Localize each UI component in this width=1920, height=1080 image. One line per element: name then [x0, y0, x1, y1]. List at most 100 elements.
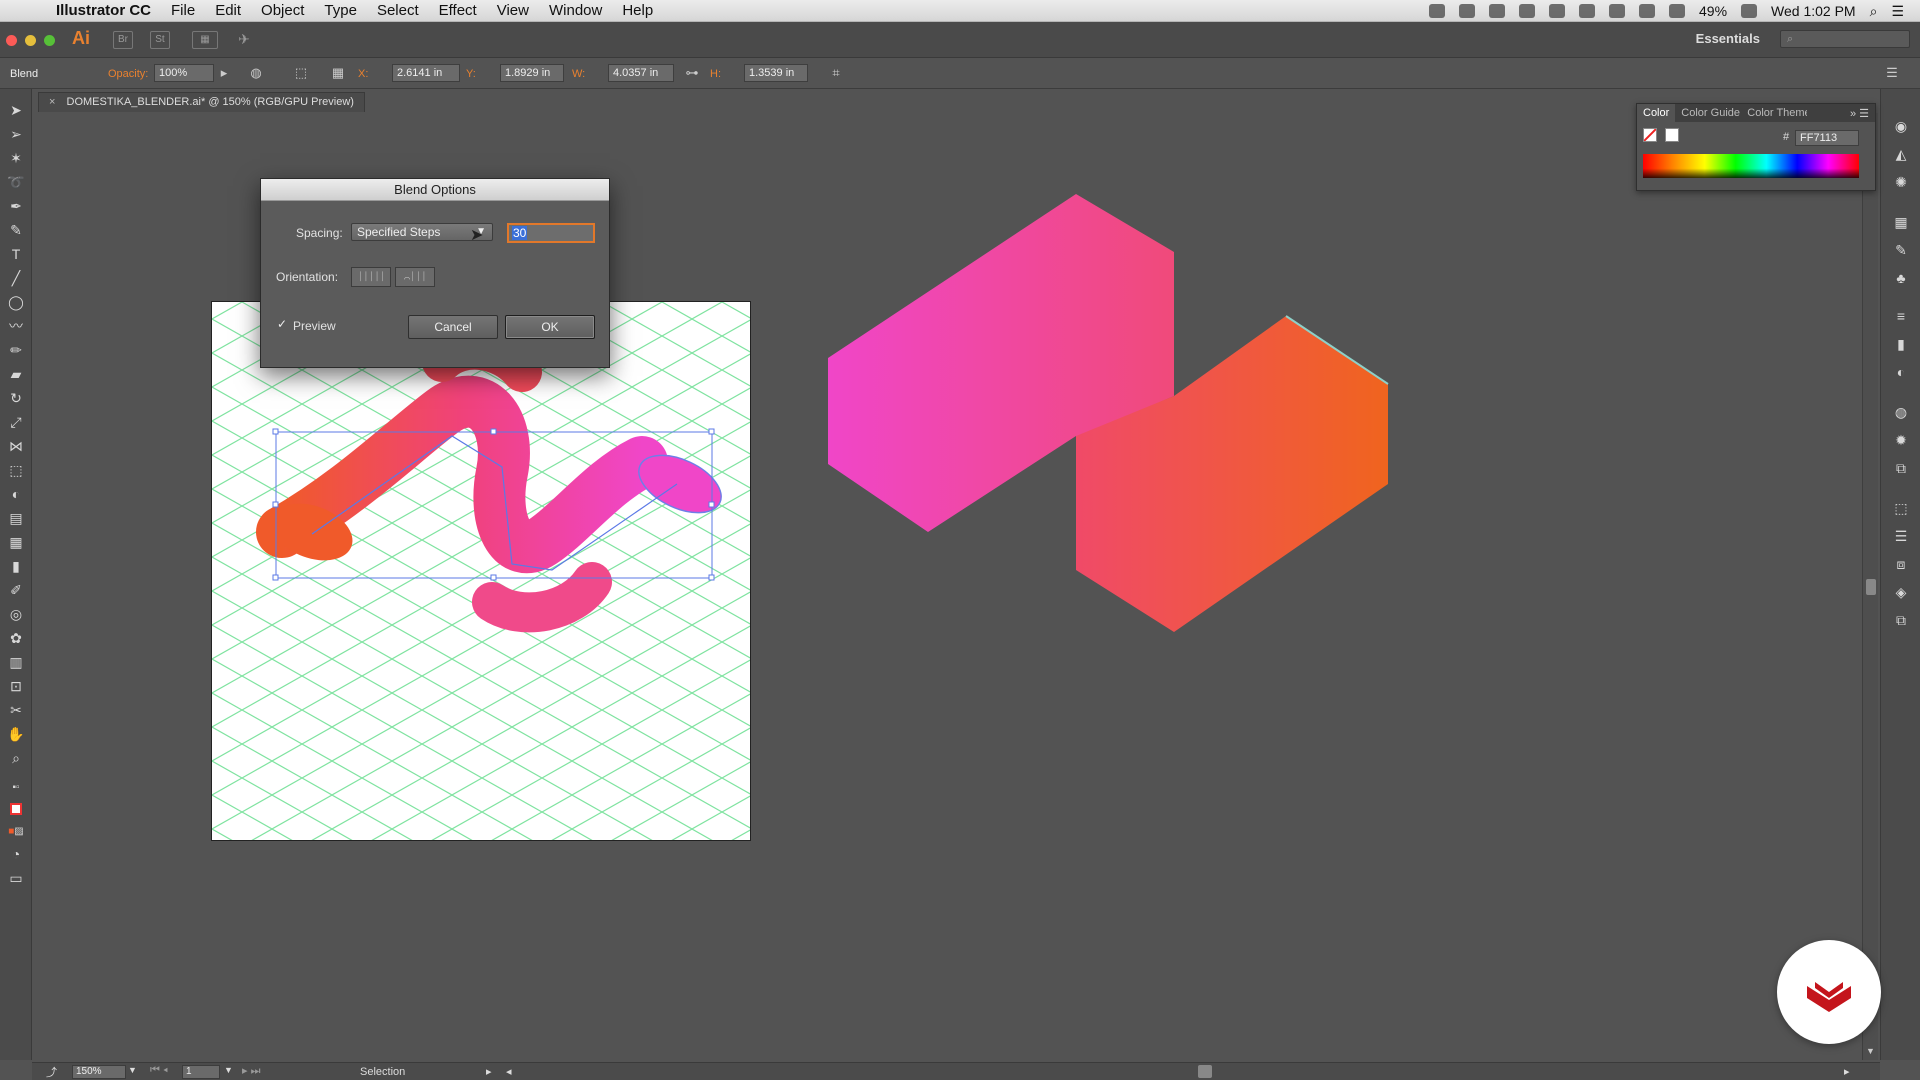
tab-color-themes[interactable]: Color Themes [1741, 107, 1807, 119]
appearance-stack-icon[interactable]: ◍ [1891, 403, 1911, 421]
graphic-styles-panel-icon[interactable]: ◭ [1891, 145, 1911, 163]
align-to-page-button[interactable]: ᛁᛁᛁᛁᛁ [351, 267, 391, 287]
transform-icon[interactable]: ⌗ [826, 64, 846, 82]
hex-color-field[interactable]: FF7113 [1795, 130, 1859, 146]
swatches-panel-icon[interactable]: ▦ [1891, 213, 1911, 231]
scale-tool-icon[interactable]: ⤢ [6, 413, 26, 431]
zoom-field[interactable]: 150% [72, 1065, 126, 1079]
menu-help[interactable]: Help [612, 2, 663, 19]
menu-window[interactable]: Window [539, 2, 612, 19]
close-window-button[interactable] [6, 35, 17, 46]
horizontal-scrollbar-thumb[interactable] [1198, 1065, 1212, 1078]
draw-mode-icon[interactable]: ◔ [6, 845, 26, 863]
zoom-window-button[interactable] [44, 35, 55, 46]
blended-hexagon-shape[interactable] [820, 190, 1400, 640]
artboard-nav-last-icon[interactable]: ▸ ⏭ [242, 1064, 260, 1078]
cancel-button[interactable]: Cancel [408, 315, 498, 339]
clock[interactable]: Wed 1:02 PM [1771, 3, 1856, 19]
volume-icon[interactable] [1669, 4, 1685, 18]
blend-tool-icon[interactable]: ◎ [6, 605, 26, 623]
menu-select[interactable]: Select [367, 2, 429, 19]
artboard-nav-first-icon[interactable]: ⏮ ◂ [150, 1064, 168, 1077]
y-field[interactable]: 1.8929 in [500, 64, 564, 82]
zoom-dropdown-icon[interactable]: ▼ [128, 1065, 137, 1075]
direct-selection-tool-icon[interactable]: ➢ [6, 125, 26, 143]
paintbrush-tool-icon[interactable]: 〰 [6, 317, 26, 335]
curvature-tool-icon[interactable]: ✎ [6, 221, 26, 239]
artboard[interactable] [211, 301, 751, 841]
x-field[interactable]: 2.6141 in [392, 64, 460, 82]
align-to-path-button[interactable]: ⌒ᛁᛁᛁ [395, 267, 435, 287]
app-menu[interactable]: Illustrator CC [44, 2, 161, 19]
artboard-dropdown-icon[interactable]: ▼ [224, 1065, 233, 1075]
pencil-tool-icon[interactable]: ✏ [6, 341, 26, 359]
eyedropper-tool-icon[interactable]: ✐ [6, 581, 26, 599]
fill-stroke-swatch-icon[interactable] [6, 801, 26, 819]
artboards-panel-icon[interactable]: ⧉ [1891, 611, 1911, 629]
ok-button[interactable]: OK [505, 315, 595, 339]
reference-point-icon[interactable]: ▦ [328, 64, 348, 82]
symbol-sprayer-tool-icon[interactable]: ✿ [6, 629, 26, 647]
default-fill-stroke-icon[interactable]: ▪▫ [6, 779, 26, 797]
menu-object[interactable]: Object [251, 2, 314, 19]
gradient-panel-icon[interactable]: ▮ [1891, 335, 1911, 353]
preview-label[interactable]: Preview [293, 319, 336, 333]
align-to-icon[interactable]: ⬚ [288, 64, 314, 82]
magic-wand-tool-icon[interactable]: ✶ [6, 149, 26, 167]
brushes-panel-icon[interactable]: ✎ [1891, 241, 1911, 259]
graphic-style-icon[interactable]: ✹ [1891, 431, 1911, 449]
opacity-dropdown-icon[interactable]: ▸ [214, 64, 234, 82]
menu-type[interactable]: Type [314, 2, 367, 19]
tab-color-guide[interactable]: Color Guide [1675, 107, 1741, 119]
spotlight-search-icon[interactable]: ⌕ [1870, 3, 1878, 20]
constrain-proportions-icon[interactable]: ⊶ [682, 64, 702, 82]
export-icon[interactable]: ⤴ [46, 1064, 57, 1080]
eraser-tool-icon[interactable]: ▰ [6, 365, 26, 383]
type-tool-icon[interactable]: T [6, 245, 26, 263]
scroll-left-icon[interactable]: ◂ [506, 1065, 512, 1078]
bridge-button[interactable]: Br [113, 31, 133, 49]
symbols-panel-icon[interactable]: ♣ [1891, 269, 1911, 287]
pen-tool-icon[interactable]: ✒ [6, 197, 26, 215]
menu-file[interactable]: File [161, 2, 205, 19]
appearance-panel-icon[interactable]: ◉ [1891, 117, 1911, 135]
preview-checkbox[interactable]: ✓ [277, 318, 289, 331]
panel-menu-icon[interactable]: » ☰ [1850, 107, 1875, 120]
battery-icon[interactable] [1741, 4, 1758, 18]
creative-cloud-icon[interactable] [1459, 4, 1475, 18]
arrange-documents-icon[interactable]: ▦ [192, 31, 218, 49]
dropbox-icon[interactable] [1489, 4, 1505, 18]
opacity-label[interactable]: Opacity: [108, 68, 148, 80]
column-graph-tool-icon[interactable]: ▥ [6, 653, 26, 671]
control-panel-menu-icon[interactable]: ☰ [1882, 64, 1902, 82]
shape-builder-tool-icon[interactable]: ◐ [6, 485, 26, 503]
stock-button[interactable]: St [150, 31, 170, 49]
menu-edit[interactable]: Edit [205, 2, 251, 19]
transform-panel-icon[interactable]: ⬚ [1891, 499, 1911, 517]
mesh-tool-icon[interactable]: ▦ [6, 533, 26, 551]
color-guide-panel-icon[interactable]: ✺ [1891, 173, 1911, 191]
transparency-panel-icon[interactable]: ◐ [1891, 363, 1911, 381]
specified-steps-input[interactable]: 30 [507, 223, 595, 243]
record-icon[interactable] [1429, 4, 1445, 18]
width-tool-icon[interactable]: ⋈ [6, 437, 26, 455]
document-tab[interactable]: × DOMESTIKA_BLENDER.ai* @ 150% (RGB/GPU … [38, 92, 365, 112]
close-tab-icon[interactable]: × [49, 96, 55, 108]
dialog-title[interactable]: Blend Options [261, 179, 609, 201]
asset-export-icon[interactable]: ⧉ [1891, 459, 1911, 477]
search-input[interactable]: ⌕ [1780, 30, 1910, 48]
workspace-switcher[interactable]: Essentials [1696, 31, 1760, 46]
vertical-scrollbar[interactable] [1862, 113, 1878, 1060]
status-menu-icon[interactable]: ▸ [486, 1065, 492, 1078]
opacity-field[interactable]: 100% [154, 64, 214, 82]
bluetooth-icon[interactable] [1609, 4, 1625, 18]
selection-tool-icon[interactable]: ➤ [6, 101, 26, 119]
menu-effect[interactable]: Effect [429, 2, 487, 19]
hand-tool-icon[interactable]: ✋ [6, 725, 26, 743]
notification-center-icon[interactable]: ☰ [1891, 3, 1904, 20]
ellipse-tool-icon[interactable]: ◯ [6, 293, 26, 311]
artboard-number-field[interactable]: 1 [182, 1065, 220, 1079]
airplay-icon[interactable] [1549, 4, 1565, 18]
recolor-artwork-icon[interactable]: ◍ [246, 64, 266, 82]
cloud-icon[interactable] [1519, 4, 1535, 18]
